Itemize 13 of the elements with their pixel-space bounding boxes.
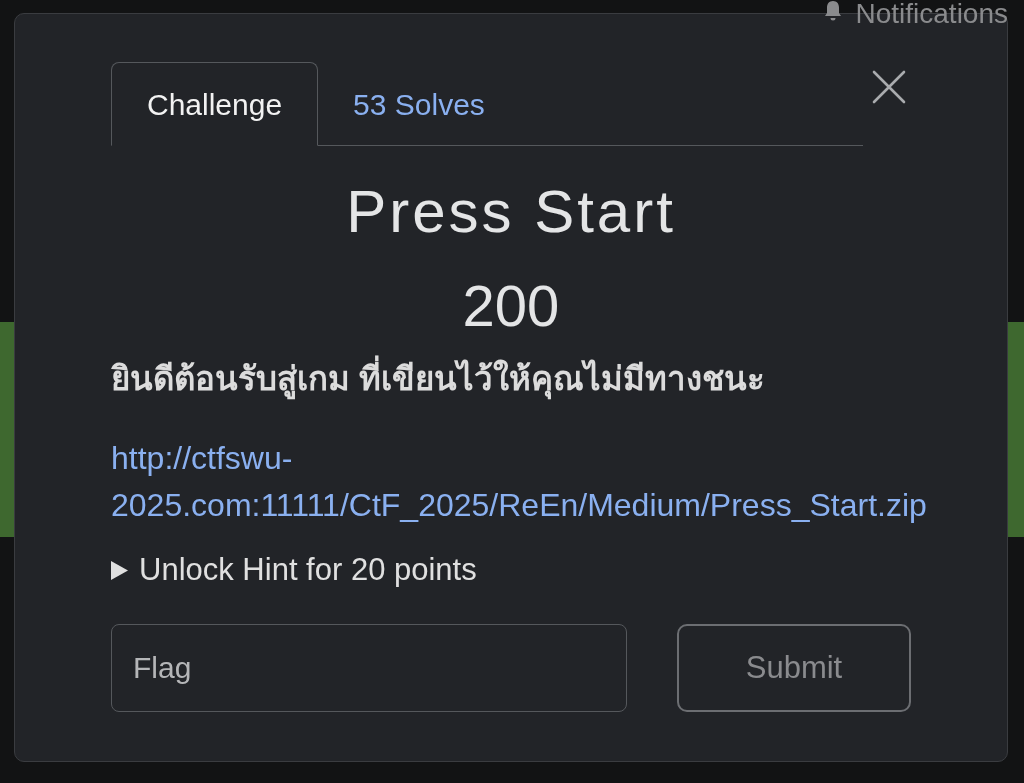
flag-input-field[interactable]: Flag (111, 624, 627, 712)
tab[interactable]: 53 Solves (318, 62, 520, 146)
tab[interactable]: Challenge (111, 62, 319, 146)
challenge-description: ยินดีต้อนรับสู่เกม ที่เขียนไว้ให้คุณไม่มีทางชนะ (111, 357, 766, 401)
close-icon (872, 70, 906, 104)
challenge-title: Press Start (346, 177, 676, 247)
points-value: 200 (462, 274, 560, 338)
notifications-link[interactable]: Notifications (855, 0, 1008, 28)
close-button[interactable] (870, 68, 908, 106)
hint-toggle[interactable]: Unlock Hint for 20 points (111, 551, 477, 589)
bell-icon (823, 1, 844, 22)
download-link[interactable]: http://ctfswu-2025.com:11111/CtF_2025/ReEn/Medium/Press_Start.zip (111, 435, 951, 529)
submit-button[interactable]: Submit (677, 624, 911, 712)
